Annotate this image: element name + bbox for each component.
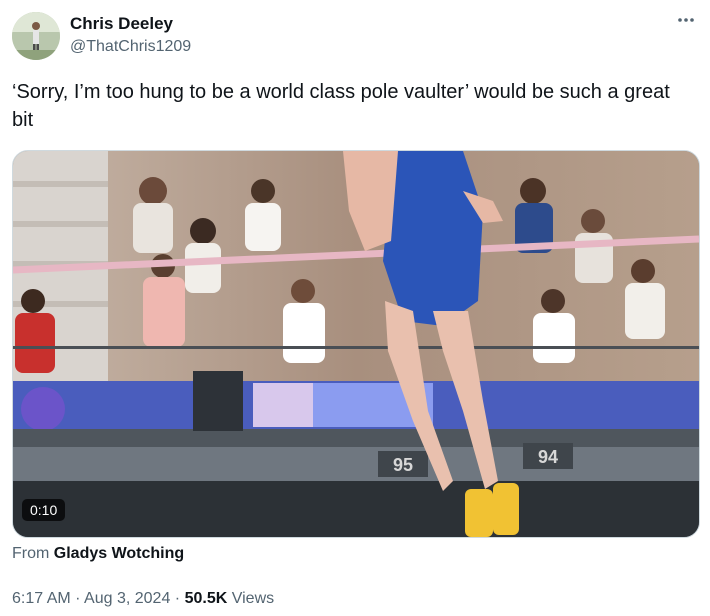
author-name[interactable]: Chris Deeley bbox=[70, 14, 173, 34]
seat-label-94: 94 bbox=[538, 447, 558, 467]
tweet-text: ‘Sorry, I’m too hung to be a world class… bbox=[12, 81, 670, 131]
tweet-time[interactable]: 6:17 AM bbox=[12, 590, 71, 607]
avatar[interactable] bbox=[12, 12, 60, 60]
tweet-date[interactable]: Aug 3, 2024 bbox=[84, 590, 170, 607]
meta-separator: · bbox=[75, 590, 81, 607]
video-duration-badge: 0:10 bbox=[22, 499, 66, 521]
video-player[interactable]: 95 94 bbox=[12, 150, 700, 538]
video-frame: 95 94 bbox=[13, 151, 699, 537]
media-source: From Gladys Wotching bbox=[12, 545, 184, 563]
views-count[interactable]: 50.5K bbox=[185, 590, 228, 607]
avatar-image bbox=[12, 12, 60, 60]
source-name-link[interactable]: Gladys Wotching bbox=[54, 545, 184, 562]
author-handle[interactable]: @ThatChris1209 bbox=[70, 38, 191, 56]
views-label: Views bbox=[231, 590, 275, 607]
source-prefix: From bbox=[12, 545, 50, 562]
meta-separator: · bbox=[174, 590, 181, 607]
tweet-meta: 6:17 AM · Aug 3, 2024 · 50.5K Views bbox=[12, 590, 274, 608]
seat-label-95: 95 bbox=[393, 455, 413, 475]
more-dots-icon[interactable] bbox=[676, 10, 696, 36]
